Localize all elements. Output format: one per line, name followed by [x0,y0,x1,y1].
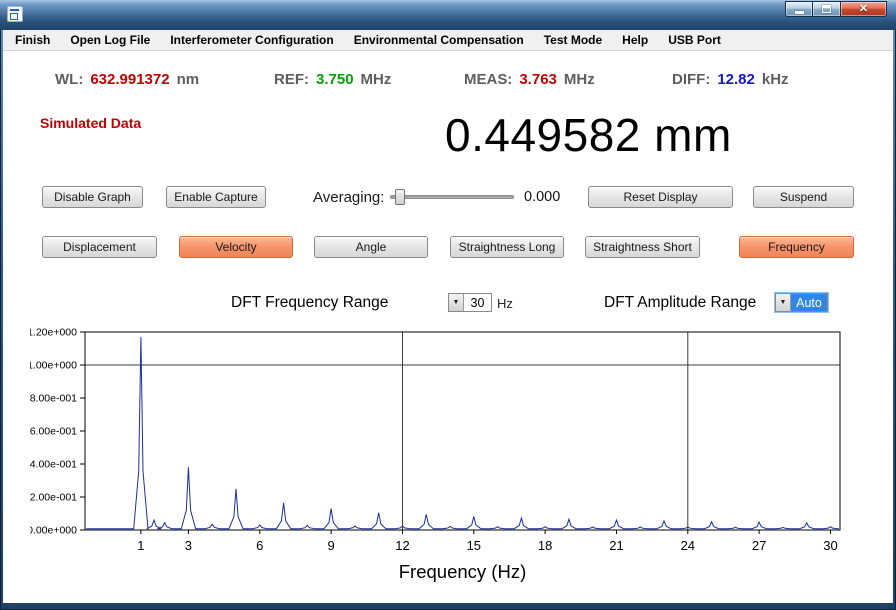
close-icon: ✕ [859,2,868,16]
svg-text:15: 15 [467,538,481,553]
svg-text:3: 3 [185,538,192,553]
diff-value: 12.82 [717,71,755,88]
menu-help[interactable]: Help [612,30,658,50]
menu-finish[interactable]: Finish [5,30,60,50]
meas-label: MEAS: [464,71,512,88]
dft-frequency-range-select[interactable]: ▼ 30 [448,293,492,312]
minimize-button[interactable] [785,1,813,17]
menu-interferometer-configuration[interactable]: Interferometer Configuration [160,30,343,50]
menu-test-mode[interactable]: Test Mode [534,30,612,50]
caption-buttons: ✕ [785,1,887,17]
mode-frequency-button[interactable]: Frequency [739,236,854,258]
menu-bar: Finish Open Log File Interferometer Conf… [3,30,893,51]
dft-spectrum-chart: 1 3 6 9 12 15 18 21 24 27 30 0.00e+000 2.00e-001 4.00… [30,325,860,589]
averaging-slider-thumb[interactable] [395,189,405,205]
dft-frequency-range-unit: Hz [497,296,513,311]
wl-label: WL: [55,71,83,88]
chevron-down-icon[interactable]: ▼ [449,294,464,311]
svg-text:6.00e-001: 6.00e-001 [30,426,77,438]
svg-text:30: 30 [823,538,837,553]
mode-straightness-short-button[interactable]: Straightness Short [585,236,700,258]
svg-text:4.00e-001: 4.00e-001 [30,459,77,471]
title-bar[interactable]: ✕ [0,0,896,30]
ref-frequency-readout: REF: 3.750 MHz [274,71,391,88]
meas-frequency-readout: MEAS: 3.763 MHz [464,71,595,88]
svg-text:8.00e-001: 8.00e-001 [30,393,77,405]
maximize-icon [822,5,831,13]
disable-graph-button[interactable]: Disable Graph [42,186,143,208]
mode-angle-button[interactable]: Angle [314,236,428,258]
ref-label: REF: [274,71,309,88]
averaging-label: Averaging: [313,189,384,206]
app-icon [7,6,23,22]
diff-label: DIFF: [672,71,710,88]
close-button[interactable]: ✕ [841,1,887,17]
mode-displacement-button[interactable]: Displacement [42,236,157,258]
maximize-button[interactable] [813,1,841,17]
mode-straightness-long-button[interactable]: Straightness Long [450,236,564,258]
svg-text:1.00e+000: 1.00e+000 [30,360,77,372]
dft-frequency-range-value[interactable]: 30 [464,294,491,311]
wavelength-readout: WL: 632.991372 nm [55,71,199,88]
svg-text:27: 27 [752,538,766,553]
menu-environmental-compensation[interactable]: Environmental Compensation [344,30,534,50]
client-area: WL: 632.991372 nm REF: 3.750 MHz MEAS: 3… [3,51,893,603]
svg-text:18: 18 [538,538,552,553]
mode-velocity-button[interactable]: Velocity [179,236,293,258]
measurement-readout: 0.449582 mm [445,108,732,162]
dft-amplitude-range-select[interactable]: ▼ Auto [775,293,828,312]
suspend-button[interactable]: Suspend [753,186,854,208]
svg-text:9: 9 [327,538,334,553]
dft-frequency-range-label: DFT Frequency Range [231,294,388,312]
reset-display-button[interactable]: Reset Display [588,186,733,208]
minimize-icon [795,11,804,14]
svg-text:2.00e-001: 2.00e-001 [30,492,77,504]
svg-text:0.00e+000: 0.00e+000 [30,525,77,537]
ref-value: 3.750 [316,71,354,88]
ref-unit: MHz [361,71,392,88]
dft-amplitude-range-value[interactable]: Auto [791,294,827,311]
enable-capture-button[interactable]: Enable Capture [166,186,266,208]
averaging-slider[interactable] [390,195,514,199]
app-window: ✕ Finish Open Log File Interferometer Co… [0,0,896,610]
svg-text:6: 6 [256,538,263,553]
diff-frequency-readout: DIFF: 12.82 kHz [672,71,789,88]
averaging-value: 0.000 [524,189,560,205]
svg-text:12: 12 [395,538,409,553]
meas-unit: MHz [564,71,595,88]
wl-unit: nm [177,71,200,88]
svg-text:1: 1 [137,538,144,553]
simulated-data-label: Simulated Data [40,115,141,131]
meas-value: 3.763 [519,71,557,88]
dft-amplitude-range-label: DFT Amplitude Range [604,294,756,312]
menu-open-log-file[interactable]: Open Log File [60,30,160,50]
wl-value: 632.991372 [90,71,169,88]
svg-text:Frequency (Hz): Frequency (Hz) [399,561,526,582]
menu-usb-port[interactable]: USB Port [658,30,731,50]
svg-text:21: 21 [609,538,623,553]
chevron-down-icon[interactable]: ▼ [776,294,791,311]
svg-text:1.20e+000: 1.20e+000 [30,327,77,339]
svg-text:24: 24 [681,538,695,553]
diff-unit: kHz [762,71,789,88]
